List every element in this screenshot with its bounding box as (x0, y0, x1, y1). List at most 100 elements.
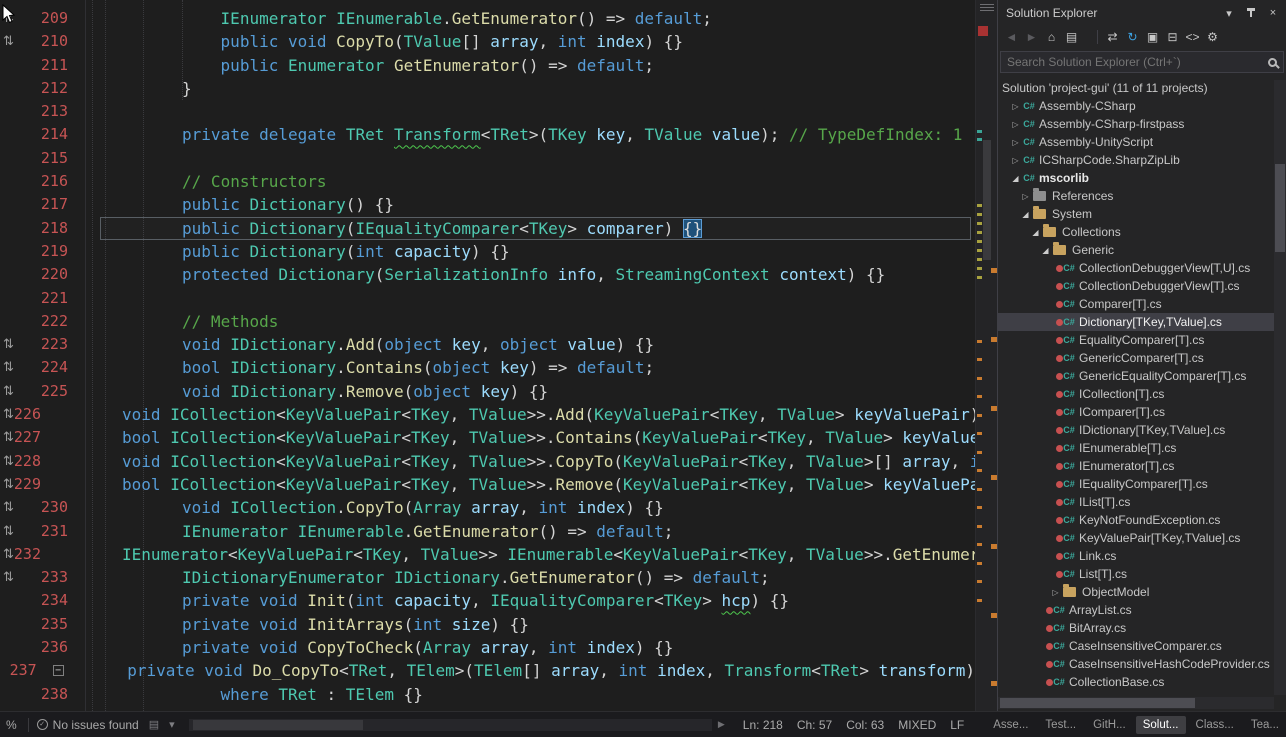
panel-scrollbar-thumb[interactable] (1275, 164, 1285, 252)
tree-row-file[interactable]: C#GenericComparer[T].cs (998, 349, 1286, 367)
expander-closed-icon[interactable]: ▷ (1020, 192, 1031, 201)
code-line[interactable]: 216// Constructors (0, 170, 975, 193)
tree-row-proj[interactable]: ▷C#Assembly-CSharp (998, 97, 1286, 115)
hscroll-right-stepper-icon[interactable]: ▶ (718, 719, 725, 730)
code-line[interactable]: 239private static KeyValuePair<TKey, TVa… (0, 706, 975, 711)
interface-impl-glyph[interactable]: ⇅ (0, 426, 14, 449)
document-health-indicator[interactable]: ✓ No issues found (37, 718, 139, 732)
code-line[interactable]: 236private void CopyToCheck(Array array,… (0, 636, 975, 659)
pin-icon[interactable] (1244, 7, 1258, 19)
tree-row-file[interactable]: C#List[T].cs (998, 565, 1286, 583)
tree-row-ref[interactable]: ▷References (998, 187, 1286, 205)
code-line[interactable]: 215 (0, 147, 975, 170)
interface-impl-glyph[interactable]: ⇅ (0, 566, 26, 589)
expander-closed-icon[interactable]: ▷ (1010, 138, 1021, 147)
caret-down-icon[interactable] (1082, 28, 1092, 46)
tree-row-file[interactable]: C#KeyNotFoundException.cs (998, 511, 1286, 529)
code-line[interactable]: 218public Dictionary(IEqualityComparer<T… (0, 217, 975, 240)
code-line[interactable]: ⇅228void ICollection<KeyValuePair<TKey, … (0, 450, 975, 473)
tree-row-file[interactable]: C#IEnumerator[T].cs (998, 457, 1286, 475)
tree-row-folder[interactable]: ▷ObjectModel (998, 583, 1286, 601)
tree-row-file[interactable]: C#CollectionDebuggerView[T].cs (998, 277, 1286, 295)
expander-closed-icon[interactable]: ▷ (1010, 156, 1021, 165)
tree-row-file[interactable]: C#CaseInsensitiveHashCodeProvider.cs (998, 655, 1286, 673)
code-line[interactable]: ⇅233IDictionaryEnumerator IDictionary.Ge… (0, 566, 975, 589)
code-line[interactable]: ⇅210public void CopyTo(TValue[] array, i… (0, 30, 975, 53)
panel-scrollbar-track[interactable] (1274, 80, 1286, 695)
expander-open-icon[interactable]: ◢ (1020, 210, 1031, 219)
tool-window-tab[interactable]: Test... (1038, 716, 1083, 734)
expander-closed-icon[interactable]: ▷ (1010, 102, 1021, 111)
code-line[interactable]: 220protected Dictionary(SerializationInf… (0, 263, 975, 286)
code-line[interactable]: ⇅227bool ICollection<KeyValuePair<TKey, … (0, 426, 975, 449)
tree-row-proj[interactable]: ▷C#Assembly-UnityScript (998, 133, 1286, 151)
interface-impl-glyph[interactable]: ⇅ (0, 543, 14, 566)
forward-icon[interactable]: ► (1022, 28, 1041, 46)
code-line[interactable]: ⇅230void ICollection.CopyTo(Array array,… (0, 496, 975, 519)
home-icon[interactable]: ⌂ (1042, 28, 1061, 46)
tree-row-file[interactable]: C#GenericEqualityComparer[T].cs (998, 367, 1286, 385)
scrollbar-thumb[interactable] (983, 140, 991, 260)
tree-row-folder[interactable]: ◢Collections (998, 223, 1286, 241)
tree-row-solution[interactable]: Solution 'project-gui' (11 of 11 project… (998, 79, 1286, 97)
code-line[interactable]: 217public Dictionary() {} (0, 193, 975, 216)
code-line[interactable]: 219public Dictionary(int capacity) {} (0, 240, 975, 263)
tree-row-file[interactable]: C#IEqualityComparer[T].cs (998, 475, 1286, 493)
code-line[interactable]: ⇅225void IDictionary.Remove(object key) … (0, 380, 975, 403)
tree-row-file[interactable]: C#EqualityComparer[T].cs (998, 331, 1286, 349)
code-line[interactable]: ⇅229bool ICollection<KeyValuePair<TKey, … (0, 473, 975, 496)
code-line[interactable]: 211public Enumerator GetEnumerator() => … (0, 54, 975, 77)
tree-row-file[interactable]: C#ICollection[T].cs (998, 385, 1286, 403)
search-box[interactable] (1000, 51, 1284, 73)
expander-closed-icon[interactable]: ▷ (1010, 120, 1021, 129)
tree-row-file[interactable]: C#BitArray.cs (998, 619, 1286, 637)
expander-open-icon[interactable]: ◢ (1040, 246, 1051, 255)
editor-hscrollbar-thumb[interactable] (193, 720, 363, 730)
editor-hscrollbar-track[interactable] (189, 719, 712, 731)
code-line[interactable]: 212} (0, 77, 975, 100)
code-line[interactable]: 221 (0, 287, 975, 310)
tree-row-file[interactable]: C#IEnumerable[T].cs (998, 439, 1286, 457)
code-line[interactable]: ⇅231IEnumerator IEnumerable.GetEnumerato… (0, 520, 975, 543)
interface-impl-glyph[interactable]: ⇅ (0, 473, 14, 496)
interface-impl-glyph[interactable]: ⇅ (0, 450, 14, 473)
tree-row-proj[interactable]: ▷C#Assembly-CSharp-firstpass (998, 115, 1286, 133)
back-icon[interactable]: ◄ (1002, 28, 1021, 46)
code-line[interactable]: ⇅232IEnumerator<KeyValuePair<TKey, TValu… (0, 543, 975, 566)
expander-open-icon[interactable]: ◢ (1030, 228, 1041, 237)
code-line[interactable]: 214private delegate TRet Transform<TRet>… (0, 123, 975, 146)
code-line[interactable]: 238where TRet : TElem {} (0, 683, 975, 706)
editor-vertical-scrollbar[interactable] (975, 0, 997, 711)
tree-row-file[interactable]: C#CaseInsensitiveComparer.cs (998, 637, 1286, 655)
tree-row-proj[interactable]: ◢C#mscorlib (998, 169, 1286, 187)
code-line[interactable]: ⇅223void IDictionary.Add(object key, obj… (0, 333, 975, 356)
close-icon[interactable]: × (1266, 7, 1280, 19)
collapse-all-icon[interactable]: ⊟ (1163, 28, 1182, 46)
collapse-button[interactable]: − (53, 665, 64, 676)
code-line[interactable]: 235private void InitArrays(int size) {} (0, 613, 975, 636)
tree-row-file[interactable]: C#KeyValuePair[TKey,TValue].cs (998, 529, 1286, 547)
interface-impl-glyph[interactable]: ⇅ (0, 380, 26, 403)
expander-open-icon[interactable]: ◢ (1010, 174, 1021, 183)
tree-row-file[interactable]: C#Dictionary[TKey,TValue].cs (998, 313, 1286, 331)
panel-hscrollbar-track[interactable] (998, 697, 1274, 709)
tool-window-tab[interactable]: GitH... (1086, 716, 1133, 734)
tool-window-tab[interactable]: Asse... (986, 716, 1035, 734)
search-input[interactable] (1007, 55, 1262, 69)
tree-row-file[interactable]: C#Link.cs (998, 547, 1286, 565)
interface-impl-glyph[interactable]: ⇅ (0, 30, 26, 53)
chevron-down-icon[interactable]: ▾ (1222, 7, 1236, 20)
code-line[interactable]: 234private void Init(int capacity, IEqua… (0, 589, 975, 612)
tool-window-tab[interactable]: Class... (1189, 716, 1241, 734)
tree-row-file[interactable]: C#ArrayList.cs (998, 601, 1286, 619)
tree-row-folder[interactable]: ◢Generic (998, 241, 1286, 259)
zoom-control[interactable]: % (0, 718, 20, 732)
tool-window-tab[interactable]: Tea... (1244, 716, 1286, 734)
tree-row-file[interactable]: C#CollectionDebuggerView[T,U].cs (998, 259, 1286, 277)
tree-row-proj[interactable]: ▷C#ICSharpCode.SharpZipLib (998, 151, 1286, 169)
code-line[interactable]: ⇅209IEnumerator IEnumerable.GetEnumerato… (0, 7, 975, 30)
refresh-icon[interactable]: ↻ (1123, 28, 1142, 46)
tree-row-folder[interactable]: ◢System (998, 205, 1286, 223)
view-code-icon[interactable]: <> (1183, 28, 1202, 46)
sync-with-active-document-icon[interactable]: ⇄ (1103, 28, 1122, 46)
